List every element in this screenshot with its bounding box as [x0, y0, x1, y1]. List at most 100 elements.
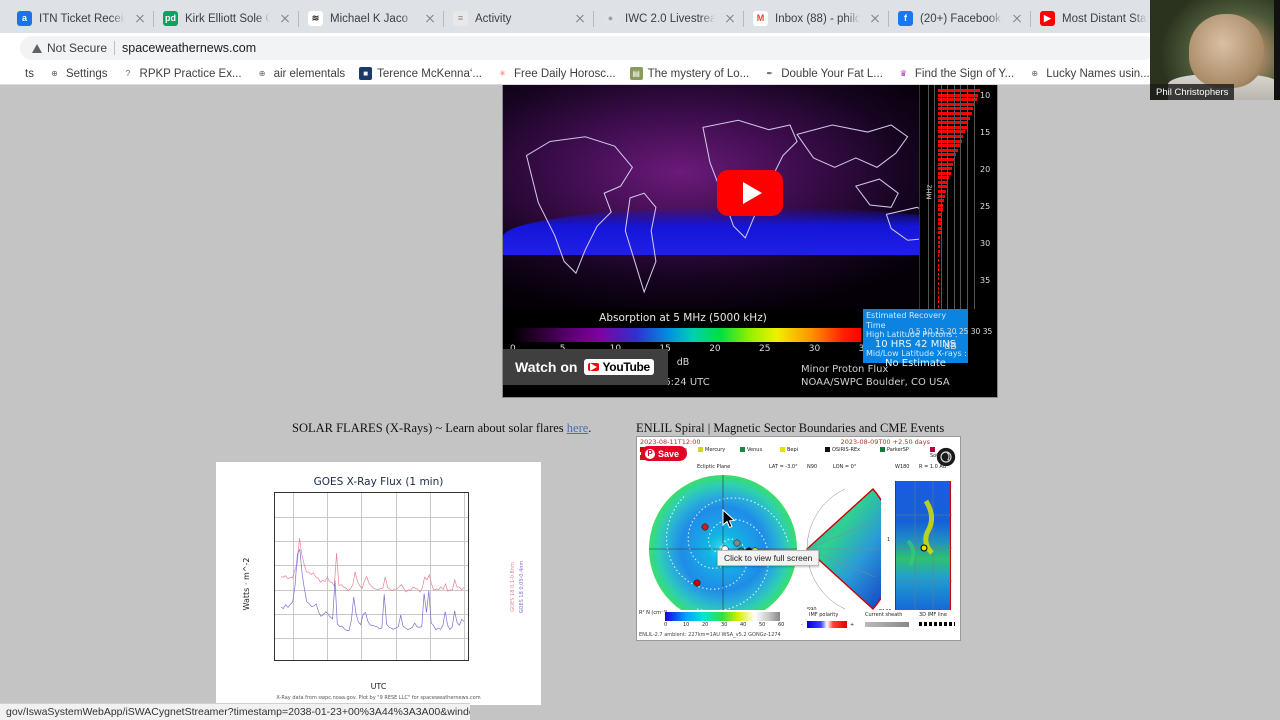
tab-title: ITN Ticket Receipt	[39, 12, 125, 25]
tab-close-icon[interactable]	[722, 11, 738, 27]
legend-swatch	[930, 447, 935, 452]
youtube-wordmark: YouTube	[602, 360, 650, 374]
density-tick: 20	[702, 622, 709, 628]
chart-x-axis-label: UTC	[370, 682, 387, 691]
tab-close-icon[interactable]	[1009, 11, 1025, 27]
browser-window: a ITN Ticket Receipt pd Kirk Elliott Sole O…	[0, 0, 1280, 720]
enlil-date-left: 2023-08-11T12:00	[640, 438, 701, 446]
tab-close-icon[interactable]	[422, 11, 438, 27]
tab-close-icon[interactable]	[132, 11, 148, 27]
bookmark-item[interactable]: ⊕ air elementals	[249, 67, 353, 80]
chart-credit: X-Ray data from swpc.noaa.gov. Plot by "…	[276, 695, 481, 701]
webcam-overlay[interactable]: Phil Christophers	[1150, 0, 1280, 100]
spiral-streamlines	[649, 475, 797, 623]
webcam-name-label: Phil Christophers	[1150, 84, 1235, 100]
browser-tab[interactable]: pd Kirk Elliott Sole Or	[154, 4, 299, 33]
solar-flares-link[interactable]: here	[567, 421, 589, 435]
bookmark-label: Find the Sign of Y...	[914, 67, 1015, 80]
address-bar[interactable]: Not Secure spaceweathernews.com	[20, 36, 1155, 60]
browser-tab[interactable]: f (20+) Facebook	[889, 4, 1031, 33]
browser-toolbar: Not Secure spaceweathernews.com P	[0, 33, 1280, 63]
colorbar-tick: 20	[709, 344, 721, 354]
one-au-panel	[895, 481, 952, 615]
save-label: Save	[658, 448, 680, 459]
imf-minus-label: -	[801, 622, 803, 628]
watch-on-youtube-button[interactable]: Watch on YouTube	[503, 349, 668, 385]
noaa-attribution: NOAA/SWPC Boulder, CO USA	[801, 377, 950, 388]
security-status[interactable]: Not Secure	[32, 41, 107, 55]
density-colorbar-label: R² N (cm⁻³)	[639, 610, 668, 616]
tab-close-icon[interactable]	[277, 11, 293, 27]
legend-swatch	[698, 447, 703, 452]
bookmark-item[interactable]: ✳ Free Daily Horosc...	[489, 67, 623, 80]
bookmark-item[interactable]: ⊕ Lucky Names usin...	[1021, 67, 1157, 80]
tab-close-icon[interactable]	[572, 11, 588, 27]
lat-label: LAT = -3.0°	[769, 464, 798, 470]
enlil-legend-item: ParkerSP	[880, 447, 909, 453]
youtube-embed-player[interactable]: MHz 10 15 20 25 30 35 Absorption at 5 MHz (50…	[502, 85, 998, 398]
chart-plot-area: 10⁻²10⁻³10⁻⁴10⁻⁵10⁻⁶10⁻⁷10⁻⁸10⁻⁹08-08 00…	[274, 492, 469, 661]
bookmarks-bar: ts ⊕ Settings? RPKP Practice Ex... ⊕ air elem…	[0, 63, 1280, 85]
planet-marker	[701, 523, 709, 531]
goes-xray-flux-chart[interactable]: GOES X-Ray Flux (1 min) Watts · m^-2 10⁻…	[216, 462, 541, 705]
youtube-play-glyph	[588, 363, 600, 371]
bookmark-item[interactable]: ts	[0, 67, 41, 80]
omnibox-divider	[114, 41, 116, 55]
mhz-tick: 25	[980, 202, 991, 211]
tab-favicon-icon: ≡	[453, 11, 468, 26]
browser-tab[interactable]: M Inbox (88) - philcr	[744, 4, 889, 33]
solar-flares-heading-period: .	[588, 421, 592, 435]
webcam-dark-edge	[1274, 0, 1280, 100]
frequency-absorption-bars-panel: MHz 10 15 20 25 30 35	[919, 85, 997, 318]
bookmark-item[interactable]: ? RPKP Practice Ex...	[115, 67, 249, 80]
mhz-tick: 15	[980, 128, 991, 137]
imf-plus-label: +	[850, 622, 855, 628]
mhz-tick: 35	[980, 276, 991, 285]
bookmark-label: Lucky Names usin...	[1046, 67, 1150, 80]
url-text: spaceweathernews.com	[122, 41, 257, 55]
n90-label: N90	[807, 464, 818, 470]
bookmark-item[interactable]: ▤ The mystery of Lo...	[623, 67, 757, 80]
bookmark-favicon-icon: ?	[121, 67, 135, 80]
current-sheath-label: Current sheath	[865, 612, 903, 618]
legend-swatch	[880, 447, 885, 452]
legend-swatch	[825, 447, 830, 452]
bookmark-item[interactable]: ⊕ Settings	[41, 67, 115, 80]
solar-flares-heading-text: SOLAR FLARES (X-Rays) ~ Learn about sola…	[292, 421, 567, 435]
absorption-colorbar	[511, 328, 861, 342]
legend-swatch	[740, 447, 745, 452]
tab-favicon-icon: ≋	[308, 11, 323, 26]
browser-tab[interactable]: ≡ Activity	[444, 4, 594, 33]
density-tick: 30	[721, 622, 728, 628]
enlil-legend-item: Mercury	[698, 447, 725, 453]
chart-series-legend: GOES 18 0.1-0.8nm GOES 18 0.05-0.4nm	[510, 539, 533, 629]
enlil-spiral-image[interactable]: 2023-08-11T12:00 2023-08-09T00 +2.50 day…	[636, 436, 961, 641]
flux-line	[280, 537, 465, 593]
browser-tab[interactable]: ≋ Michael K Jaco	[299, 4, 444, 33]
bookmark-item[interactable]: ■ Terence McKenna‘...	[352, 67, 489, 80]
bookmark-item[interactable]: ✒ Double Your Fat L...	[756, 67, 890, 80]
browser-tab[interactable]: ● IWC 2.0 Livestrea	[594, 4, 744, 33]
bookmark-favicon-icon: ⊕	[255, 67, 269, 80]
tab-favicon-icon: pd	[163, 11, 178, 26]
browser-tab[interactable]: a ITN Ticket Receipt	[8, 4, 154, 33]
density-tick: 0	[664, 622, 668, 628]
density-tick: 10	[683, 622, 690, 628]
bookmark-label: air elementals	[273, 67, 346, 80]
play-button[interactable]	[717, 170, 783, 216]
pinterest-save-button[interactable]: P Save	[641, 446, 688, 461]
bookmark-item[interactable]: ♛ Find the Sign of Y...	[890, 67, 1021, 80]
bookmark-favicon-icon: ▤	[629, 67, 643, 80]
imf-line-label: 3D IMF line	[919, 612, 947, 618]
ecliptic-plane-label: Ecliptic Plane	[697, 464, 731, 470]
tab-close-icon[interactable]	[867, 11, 883, 27]
bar-gridline	[973, 85, 975, 309]
imf-polarity-bar	[807, 621, 847, 628]
tab-favicon-icon: a	[17, 11, 32, 26]
bar-gridline	[947, 85, 949, 309]
bar-gridline	[966, 85, 968, 309]
watch-on-label: Watch on	[515, 359, 578, 375]
tab-title: Michael K Jaco	[330, 12, 408, 25]
enlil-legend-item: Venus	[740, 447, 762, 453]
bookmark-favicon-icon: ✳	[496, 67, 509, 80]
